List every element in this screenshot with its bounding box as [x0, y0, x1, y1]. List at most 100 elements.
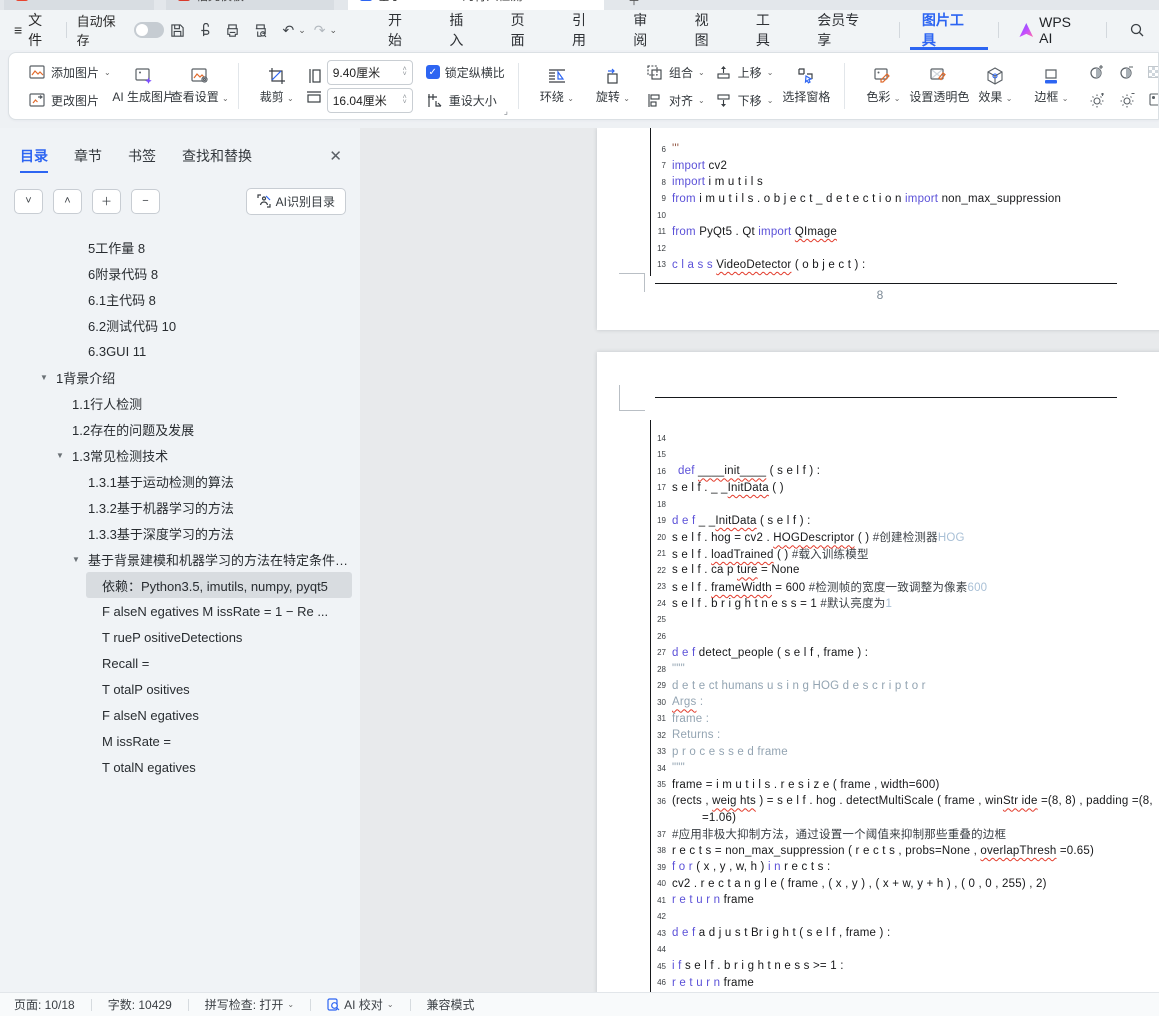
menu-home[interactable]: 开始	[371, 10, 432, 50]
outline-item[interactable]: T rueP ositiveDetections	[0, 624, 352, 650]
stepper-icons[interactable]: ˄ ˅	[403, 94, 407, 106]
view-settings-button[interactable]: 查看设置 ⌄	[171, 57, 229, 115]
transparency-icon[interactable]	[1148, 66, 1158, 78]
outline-item[interactable]: 依赖：Python3.5, imutils, numpy, pyqt5	[86, 572, 352, 598]
print-icon[interactable]	[221, 18, 245, 42]
close-sidebar-icon[interactable]: ✕	[329, 147, 342, 165]
close-tab-icon[interactable]: ×	[585, 0, 592, 2]
brightness-decrease-icon[interactable]	[1118, 91, 1136, 109]
expand-arrow-icon[interactable]: ▼	[56, 451, 72, 460]
add-image-button[interactable]: 添加图片 ⌄	[23, 60, 116, 85]
expand-all-button[interactable]: ＋	[92, 188, 121, 214]
bring-forward-button[interactable]: 上移 ⌄	[710, 60, 779, 85]
contrast-decrease-icon[interactable]	[1118, 63, 1136, 81]
export-pdf-icon[interactable]	[193, 18, 217, 42]
save-icon[interactable]	[166, 18, 190, 42]
group-button[interactable]: 组合 ⌄	[641, 60, 710, 85]
send-backward-button[interactable]: 下移 ⌄	[710, 88, 779, 113]
lock-aspect-ratio-checkbox[interactable]: ✓ 锁定纵横比	[421, 60, 510, 85]
menu-tools[interactable]: 工具	[739, 10, 800, 50]
print-preview-icon[interactable]	[249, 18, 273, 42]
ai-proofread-control[interactable]: AI 校对 ⌄	[327, 996, 394, 1013]
crop-button[interactable]: 裁剪 ⌄	[249, 57, 305, 115]
ai-generate-image-button[interactable]: AI 生成图片	[112, 57, 175, 115]
ai-recognize-toc-button[interactable]: AI识别目录	[245, 187, 346, 215]
outline-item[interactable]: ▼ 1.3常见检测技术	[0, 442, 352, 468]
outline-item[interactable]: ▼ 基于背景建模和机器学习的方法在特定条件下 ...	[0, 546, 352, 572]
next-heading-button[interactable]: ˅	[14, 188, 43, 214]
menu-review[interactable]: 审阅	[616, 10, 677, 50]
size-dialog-launcher-icon[interactable]: ⌟	[504, 106, 508, 117]
outline-item[interactable]: 1.1行人检测	[0, 390, 352, 416]
menu-reference[interactable]: 引用	[555, 10, 616, 50]
new-tab-plus-icon[interactable]: ＋	[628, 0, 640, 9]
outline-item-label: 5工作量 8	[88, 240, 146, 256]
outline-item[interactable]: 1.3.3基于深度学习的方法	[0, 520, 352, 546]
outline-item[interactable]: ▼ 1背景介绍	[0, 364, 352, 390]
brightness-increase-icon[interactable]	[1088, 91, 1106, 109]
menu-page[interactable]: 页面	[494, 10, 555, 50]
autosave-toggle[interactable]	[134, 22, 164, 38]
code-line: 46 r e t u r n frame	[657, 976, 755, 989]
tab-contents[interactable]: 目录	[20, 139, 48, 173]
outline-item[interactable]: 1.3.2基于机器学习的方法	[0, 494, 352, 520]
outline-item[interactable]: Recall =	[0, 650, 352, 676]
outline-item[interactable]: 6.2测试代码 10	[0, 312, 352, 338]
outline-item[interactable]: 6附录代码 8	[0, 260, 352, 286]
file-menu-button[interactable]: ≡ 文件	[14, 10, 56, 50]
tab-find-replace[interactable]: 查找和替换	[182, 139, 252, 173]
outline-item[interactable]: 6.1主代码 8	[0, 286, 352, 312]
expand-arrow-icon[interactable]: ▼	[40, 373, 56, 382]
search-icon[interactable]	[1129, 22, 1145, 38]
doc-tab-wps-office[interactable]: WPS Office	[4, 0, 154, 10]
outline-item[interactable]: 1.2存在的问题及发展	[0, 416, 352, 442]
redo-icon[interactable]: ↷	[308, 18, 332, 42]
change-image-button[interactable]: 更改图片	[23, 88, 116, 113]
document-page-8[interactable]: 6 ''' 7 import cv2 8 import i m u t i l s 9 fro…	[597, 128, 1159, 330]
expand-arrow-icon[interactable]: ▼	[72, 555, 88, 564]
compatibility-mode-badge[interactable]: 兼容模式	[427, 996, 475, 1013]
selection-pane-button[interactable]: 选择窗格	[778, 57, 834, 115]
doc-tab-docer[interactable]: 稻壳模板	[166, 0, 334, 10]
menu-member[interactable]: 会员专享	[800, 10, 889, 50]
divider	[844, 63, 846, 109]
previous-heading-button[interactable]: ˄	[53, 188, 82, 214]
undo-dropdown-icon[interactable]: ⌄	[298, 25, 306, 36]
document-canvas[interactable]: 6 ''' 7 import cv2 8 import i m u t i l s 9 fro…	[360, 128, 1159, 992]
align-button[interactable]: 对齐 ⌄	[641, 88, 710, 113]
outline-item[interactable]: T otalP ositives	[0, 676, 352, 702]
image-swap-icon	[28, 91, 46, 109]
tab-chapters[interactable]: 章节	[74, 139, 102, 173]
set-transparent-color-button[interactable]: 设置透明色	[909, 57, 969, 115]
rotate-button[interactable]: 旋转 ⌄	[585, 57, 641, 115]
stepper-icons[interactable]: ˄ ˅	[403, 66, 407, 78]
wrap-text-button[interactable]: 环绕 ⌄	[529, 57, 585, 115]
menu-view[interactable]: 视图	[678, 10, 739, 50]
outline-item[interactable]: F alseN egatives M issRate = 1 − Re ...	[0, 598, 352, 624]
reset-size-button[interactable]: 重设大小	[421, 88, 510, 113]
image-width-field[interactable]: 16.04厘米 ˄ ˅	[326, 87, 413, 113]
picture-format-icon[interactable]	[1148, 91, 1158, 109]
contrast-increase-icon[interactable]	[1088, 63, 1106, 81]
document-page-9[interactable]: 14 15 16 def ____init____ ( s e l f ) : 17 s …	[597, 352, 1159, 992]
doc-tab-current-document[interactable]: 基于HOG+SVM的行人检测 ×	[348, 0, 604, 10]
outline-item[interactable]: M issRate =	[0, 728, 352, 754]
effects-button[interactable]: 效果 ⌄	[967, 57, 1023, 115]
outline-item[interactable]: 1.3.1基于运动检测的算法	[0, 468, 352, 494]
color-button[interactable]: 色彩 ⌄	[855, 57, 911, 115]
more-commands-icon[interactable]: ⌄	[330, 25, 338, 36]
outline-item[interactable]: T otalN egatives	[0, 754, 352, 780]
menu-insert[interactable]: 插入	[432, 10, 493, 50]
tab-bookmarks[interactable]: 书签	[128, 139, 156, 173]
wps-ai-button[interactable]: WPS AI	[1009, 10, 1096, 50]
outline-item[interactable]: F alseN egatives	[0, 702, 352, 728]
undo-icon[interactable]: ↶	[277, 18, 301, 42]
outline-item[interactable]: 6.3GUI 11	[0, 338, 352, 364]
collapse-all-button[interactable]: −	[131, 188, 160, 214]
outline-item[interactable]: 5工作量 8	[0, 234, 352, 260]
image-height-field[interactable]: 9.40厘米 ˄ ˅	[326, 59, 413, 85]
code-line: 23 s e l f . frameWidth = 600 #检测帧的宽度一致调整…	[657, 581, 988, 594]
spell-check-control[interactable]: 拼写检查: 打开 ⌄	[205, 996, 294, 1013]
border-button[interactable]: 边框 ⌄	[1023, 57, 1079, 115]
menu-picture-tools[interactable]: 图片工具	[910, 10, 989, 50]
